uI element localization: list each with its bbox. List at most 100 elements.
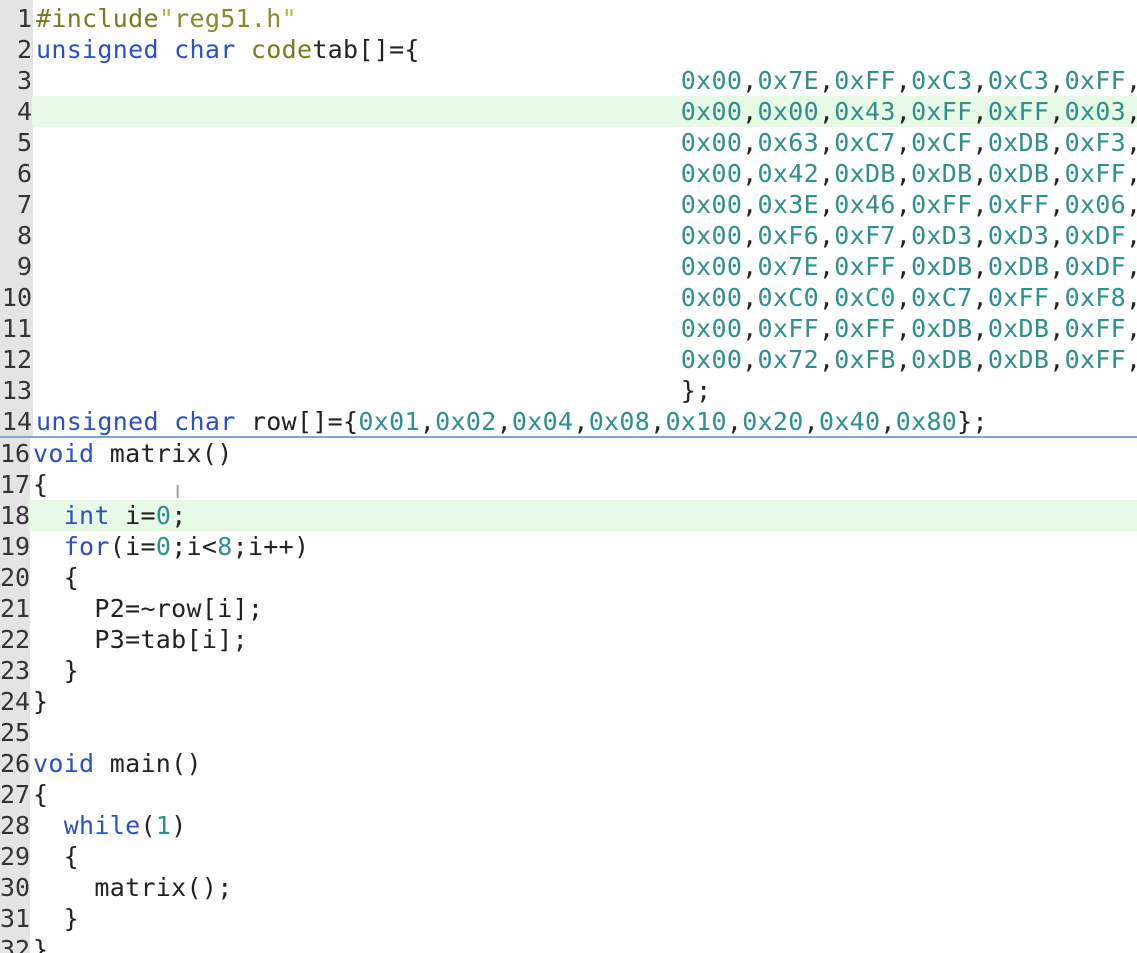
- code-line[interactable]: 23 }: [0, 655, 1137, 686]
- code-token: ,: [1126, 283, 1137, 312]
- code-line[interactable]: 21 P2=~row[i];: [0, 593, 1137, 624]
- code-text[interactable]: void matrix(): [33, 438, 233, 469]
- code-token: ,: [972, 66, 988, 95]
- code-token: ,: [1049, 221, 1065, 250]
- code-token: ,: [742, 66, 758, 95]
- line-number: 14: [1, 407, 32, 436]
- code-text[interactable]: for(i=0;i<8;i++): [33, 531, 309, 562]
- code-editor[interactable]: 1 #include"reg51.h" 2 unsigned char codetab…: [0, 0, 1137, 953]
- code-token: ,: [1049, 190, 1065, 219]
- code-token: {: [33, 563, 80, 592]
- code-token: ,: [895, 190, 912, 219]
- code-line[interactable]: 22 P3=tab[i];: [0, 624, 1137, 655]
- code-token: ,: [818, 314, 835, 343]
- line-number: 2: [16, 35, 32, 64]
- code-text[interactable]: P3=tab[i];: [33, 624, 248, 655]
- code-line[interactable]: 27{: [0, 779, 1137, 810]
- code-line[interactable]: 25: [0, 717, 1137, 748]
- code-token: unsigned char: [36, 35, 251, 64]
- code-line[interactable]: 4 0x00,0x00,0x43,0xFF,0xFF,0x03,0x00,0x0…: [0, 96, 1137, 127]
- code-line[interactable]: 1 #include"reg51.h": [0, 3, 1137, 34]
- code-text[interactable]: }: [33, 903, 79, 934]
- code-text[interactable]: 0x00,0x63,0xC7,0xCF,0xDB,0xF3,0x63,0x00,…: [36, 127, 1137, 158]
- editor-pane-bottom[interactable]: 16 void matrix() 17{18 int i=0; 19 for(i=0;…: [0, 438, 1137, 953]
- code-line[interactable]: 3 0x00,0x7E,0xFF,0xC3,0xC3,0xFF,0x7E,0x0…: [0, 65, 1137, 96]
- line-number: 21: [0, 594, 31, 623]
- code-text[interactable]: };: [36, 375, 711, 406]
- line-number: 16: [0, 439, 31, 468]
- code-line[interactable]: 20 {: [0, 562, 1137, 593]
- code-text[interactable]: 0x00,0x7E,0xFF,0xDB,0xDB,0xDF,0x4E,0x00,…: [36, 251, 1137, 282]
- code-token: 0xC3: [911, 66, 973, 95]
- code-line[interactable]: 13 };: [0, 375, 1137, 406]
- code-token: 0xF8: [1064, 283, 1126, 312]
- code-text[interactable]: 0x00,0xC0,0xC0,0xC7,0xFF,0xF8,0xC0,0x00,…: [36, 282, 1137, 313]
- code-token: 0x03: [1064, 97, 1126, 126]
- code-token: ,: [1049, 314, 1065, 343]
- code-text[interactable]: }: [33, 655, 79, 686]
- code-line[interactable]: 32}: [0, 934, 1137, 953]
- code-token: {: [33, 842, 80, 871]
- code-token: {: [33, 780, 49, 809]
- code-token: 0xDB: [911, 252, 973, 281]
- line-number: 28: [0, 811, 31, 840]
- code-text[interactable]: {: [33, 469, 48, 500]
- code-token: 0xDB: [834, 159, 896, 188]
- code-text[interactable]: while(1): [33, 810, 187, 841]
- code-text[interactable]: unsigned char row[]={0x01,0x02,0x04,0x08…: [36, 406, 988, 437]
- code-line[interactable]: 2 unsigned char codetab[]={: [0, 34, 1137, 65]
- code-line[interactable]: 11 0x00,0xFF,0xFF,0xDB,0xDB,0xFF,0xFF,0x…: [0, 313, 1137, 344]
- code-text[interactable]: 0x00,0xFF,0xFF,0xDB,0xDB,0xFF,0xFF,0x00,…: [36, 313, 1137, 344]
- code-line[interactable]: 9 0x00,0x7E,0xFF,0xDB,0xDB,0xDF,0x4E,0x0…: [0, 251, 1137, 282]
- code-line[interactable]: 19 for(i=0;i<8;i++): [0, 531, 1137, 562]
- code-text[interactable]: 0x00,0x00,0x43,0xFF,0xFF,0x03,0x00,0x00,…: [36, 96, 1137, 127]
- code-line[interactable]: 10 0x00,0xC0,0xC0,0xC7,0xFF,0xF8,0xC0,0x…: [0, 282, 1137, 313]
- code-text[interactable]: #include"reg51.h": [36, 3, 297, 34]
- code-token: 0xFF: [834, 66, 896, 95]
- code-line[interactable]: 31 }: [0, 903, 1137, 934]
- code-line[interactable]: 28 while(1): [0, 810, 1137, 841]
- code-text[interactable]: {: [33, 562, 79, 593]
- code-token: 0xDB: [911, 314, 973, 343]
- code-line[interactable]: 16 void matrix(): [0, 438, 1137, 469]
- code-line[interactable]: 18 int i=0;: [0, 500, 1137, 531]
- editor-pane-top[interactable]: 1 #include"reg51.h" 2 unsigned char codetab…: [0, 0, 1137, 437]
- code-token: 0xFF: [1064, 66, 1126, 95]
- code-line[interactable]: 7 0x00,0x3E,0x46,0xFF,0xFF,0x06,0x06,0x0…: [0, 189, 1137, 220]
- code-line[interactable]: 30 matrix();: [0, 872, 1137, 903]
- code-text[interactable]: }: [33, 934, 48, 953]
- code-line[interactable]: 5 0x00,0x63,0xC7,0xCF,0xDB,0xF3,0x63,0x0…: [0, 127, 1137, 158]
- code-token: main(): [94, 749, 202, 778]
- code-text[interactable]: void main(): [33, 748, 202, 779]
- code-text[interactable]: 0x00,0x72,0xFB,0xDB,0xDB,0xFF,0x7E,0x00,…: [36, 344, 1137, 375]
- code-line[interactable]: 17{: [0, 469, 1137, 500]
- code-token: ,: [1049, 159, 1065, 188]
- code-token: ,: [742, 283, 758, 312]
- code-text[interactable]: unsigned char codetab[]={: [36, 34, 420, 65]
- code-text[interactable]: {: [33, 779, 48, 810]
- code-text[interactable]: 0x00,0xF6,0xF7,0xD3,0xD3,0xDF,0xDE,0x00,…: [36, 220, 1137, 251]
- code-line[interactable]: 24}: [0, 686, 1137, 717]
- code-line[interactable]: 12 0x00,0x72,0xFB,0xDB,0xDB,0xFF,0x7E,0x…: [0, 344, 1137, 375]
- code-token: 0x06: [1064, 190, 1126, 219]
- code-text[interactable]: 0x00,0x3E,0x46,0xFF,0xFF,0x06,0x06,0x00,…: [36, 189, 1137, 220]
- code-token: 0xFF: [987, 190, 1050, 219]
- code-line[interactable]: 14 unsigned char row[]={0x01,0x02,0x04,0x…: [0, 406, 1137, 437]
- code-text[interactable]: {: [33, 841, 79, 872]
- code-text[interactable]: 0x00,0x42,0xDB,0xDB,0xDB,0xFF,0x66,0x00,…: [36, 158, 1137, 189]
- line-number: 1: [16, 4, 32, 33]
- code-line[interactable]: 8 0x00,0xF6,0xF7,0xD3,0xD3,0xDF,0xDE,0x0…: [0, 220, 1137, 251]
- code-line[interactable]: 6 0x00,0x42,0xDB,0xDB,0xDB,0xFF,0x66,0x0…: [0, 158, 1137, 189]
- code-token: ;i<: [171, 532, 218, 561]
- code-text[interactable]: 0x00,0x7E,0xFF,0xC3,0xC3,0xFF,0x7E,0x00,…: [36, 65, 1137, 96]
- code-line[interactable]: 26 void main(): [0, 748, 1137, 779]
- code-text[interactable]: int i=0;: [33, 500, 187, 531]
- code-token: ,: [818, 221, 835, 250]
- code-line[interactable]: 29 {: [0, 841, 1137, 872]
- code-text[interactable]: matrix();: [33, 872, 233, 903]
- code-token: matrix();: [33, 873, 233, 902]
- code-text[interactable]: }: [33, 686, 48, 717]
- code-text[interactable]: P2=~row[i];: [33, 593, 263, 624]
